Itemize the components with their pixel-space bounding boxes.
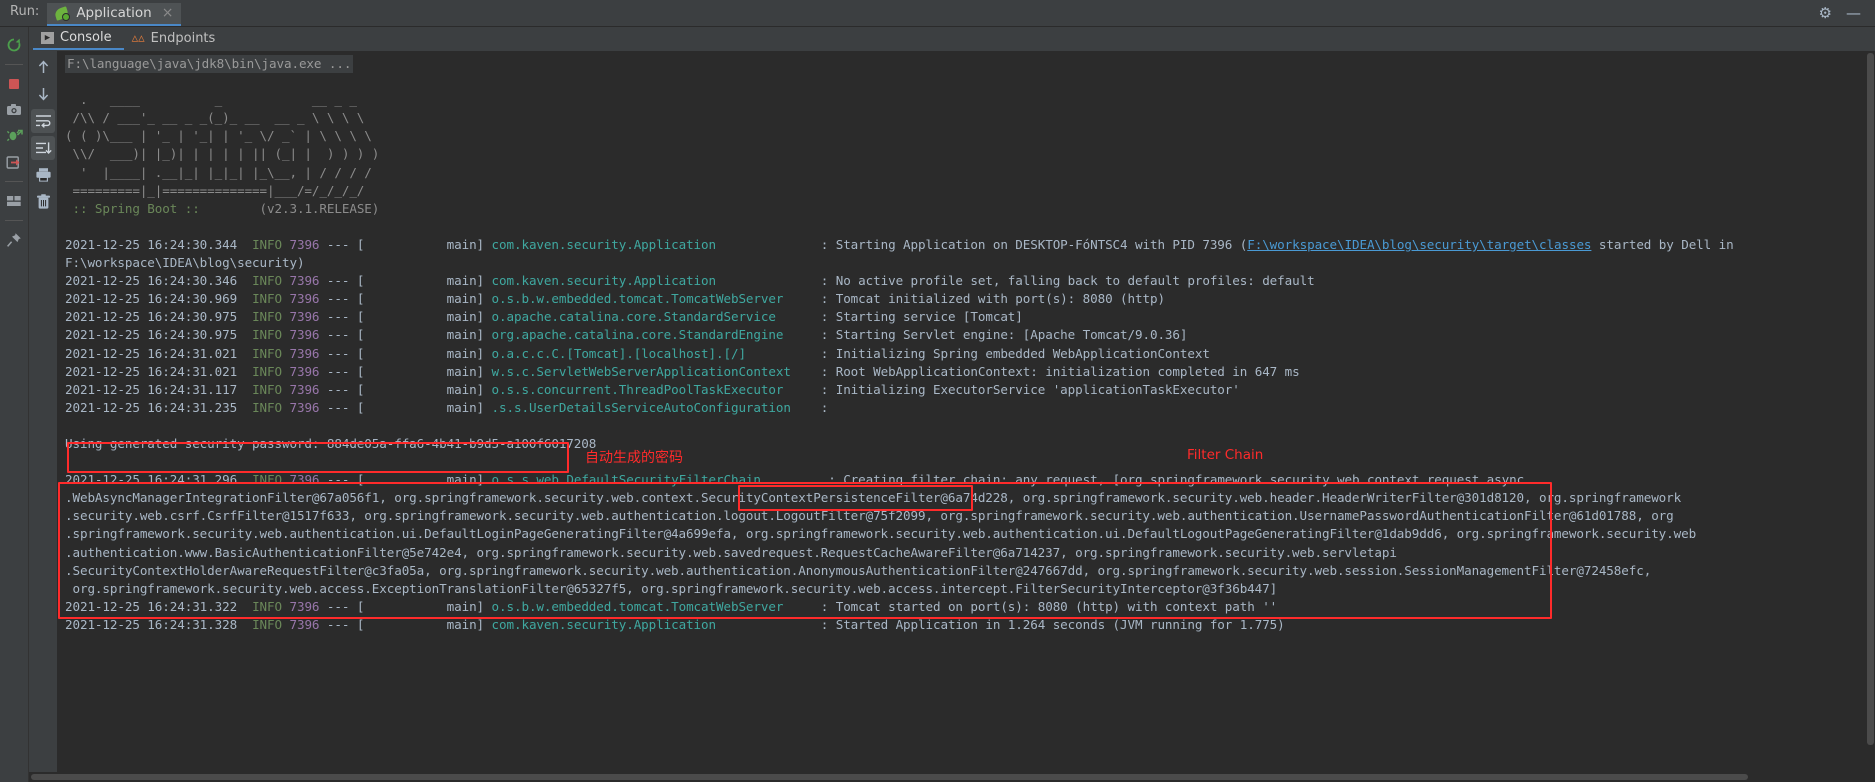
- filter-chain-annotation-label: Filter Chain: [1187, 447, 1264, 463]
- close-icon[interactable]: ×: [162, 6, 174, 20]
- filter-chain-continuation: .security.web.csrf.CsrfFilter@1517f633, …: [65, 508, 1674, 524]
- log-line: 2021-12-25 16:24:30.975 INFO 7396 --- [ …: [65, 309, 1023, 325]
- log-line: 2021-12-25 16:24:30.969 INFO 7396 --- [ …: [65, 291, 1165, 307]
- run-label: Run:: [10, 4, 40, 19]
- scroll-down-button[interactable]: [31, 82, 55, 106]
- run-body: ▶ Console ▵▵ Endpoints F:\language\java\…: [0, 27, 1875, 782]
- endpoints-icon: ▵▵: [131, 31, 145, 46]
- pin-tab-button[interactable]: [2, 228, 26, 252]
- filter-chain-highlight: Creating filter chain: any request: [843, 472, 1098, 488]
- clear-all-button[interactable]: [31, 190, 55, 214]
- window-controls: ⚙ —: [1819, 6, 1875, 26]
- run-toolbar: Run: Application × ⚙ —: [0, 0, 1875, 27]
- log-line-continuation: F:\workspace\IDEA\blog\security): [65, 255, 305, 271]
- log-line: 2021-12-25 16:24:30.344 INFO 7396 --- [ …: [65, 236, 1734, 252]
- divider: [5, 64, 23, 65]
- tab-console-label: Console: [60, 30, 112, 45]
- banner-title: :: Spring Boot ::: [65, 200, 208, 216]
- scroll-to-end-button[interactable]: [31, 136, 55, 160]
- filter-chain-continuation: .SecurityContextHolderAwareRequestFilter…: [65, 562, 1652, 578]
- rerun-button[interactable]: [2, 33, 26, 57]
- run-tab-label: Application: [76, 5, 152, 21]
- filter-chain-continuation: .WebAsyncManagerIntegrationFilter@67a056…: [65, 490, 1682, 506]
- divider: [5, 181, 23, 182]
- java-command-line: F:\language\java\jdk8\bin\java.exe ...: [65, 55, 354, 74]
- filter-chain-log-line: 2021-12-25 16:24:31.296 INFO 7396 --- [ …: [65, 472, 1525, 488]
- generated-password-line: Using generated security password: 884de…: [65, 435, 597, 451]
- filter-chain-continuation: org.springframework.security.web.access.…: [65, 580, 1278, 596]
- log-line: 2021-12-25 16:24:31.021 INFO 7396 --- [ …: [65, 363, 1300, 379]
- console-vertical-scrollbar[interactable]: [1865, 51, 1875, 772]
- gear-icon[interactable]: ⚙: [1819, 6, 1832, 21]
- log-line: 2021-12-25 16:24:31.117 INFO 7396 --- [ …: [65, 381, 1240, 397]
- log-line: 2021-12-25 16:24:31.328 INFO 7396 --- [ …: [65, 616, 1285, 632]
- divider: [5, 220, 23, 221]
- screenshot-button[interactable]: [2, 98, 26, 122]
- scroll-up-button[interactable]: [31, 55, 55, 79]
- run-tab-application[interactable]: Application ×: [47, 3, 182, 26]
- console-output-panel[interactable]: F:\language\java\jdk8\bin\java.exe ... .…: [57, 51, 1875, 772]
- scrollbar-thumb-h[interactable]: [31, 774, 1748, 780]
- password-annotation-label: 自动生成的密码: [585, 450, 683, 466]
- layout-button[interactable]: [2, 189, 26, 213]
- classes-path-link[interactable]: F:\workspace\IDEA\blog\security\target\c…: [1247, 237, 1591, 252]
- filter-chain-continuation: .authentication.www.BasicAuthenticationF…: [65, 544, 1397, 560]
- stop-button[interactable]: [2, 72, 26, 96]
- console-horizontal-scrollbar[interactable]: [29, 772, 1875, 782]
- exit-button[interactable]: [2, 150, 26, 174]
- restart-debug-button[interactable]: [2, 124, 26, 148]
- scrollbar-thumb[interactable]: [1867, 53, 1874, 746]
- spring-boot-icon: [53, 5, 71, 21]
- log-line: 2021-12-25 16:24:31.322 INFO 7396 --- [ …: [65, 598, 1278, 614]
- tab-endpoints-label: Endpoints: [150, 31, 216, 46]
- run-control-sidebar: [0, 27, 29, 782]
- console-area: ▶ Console ▵▵ Endpoints F:\language\java\…: [29, 27, 1875, 782]
- log-line: 2021-12-25 16:24:31.021 INFO 7396 --- [ …: [65, 345, 1210, 361]
- console-icon: ▶: [41, 31, 54, 44]
- banner-version: (v2.3.1.RELEASE): [207, 200, 380, 216]
- minimize-icon[interactable]: —: [1846, 6, 1861, 21]
- ide-run-window: Run: Application × ⚙ — ▶ Console ▵▵ Endp…: [0, 0, 1875, 782]
- log-line: 2021-12-25 16:24:31.235 INFO 7396 --- [ …: [65, 399, 836, 415]
- filter-chain-continuation: .springframework.security.web.authentica…: [65, 526, 1697, 542]
- spring-boot-banner: . ____ _ __ _ _ /\\ / ___'_ __ _ _(_)_ _…: [65, 92, 380, 198]
- console-tabbar: ▶ Console ▵▵ Endpoints: [29, 27, 1875, 51]
- log-line: 2021-12-25 16:24:30.346 INFO 7396 --- [ …: [65, 273, 1315, 289]
- console-text[interactable]: F:\language\java\jdk8\bin\java.exe ... .…: [57, 51, 1875, 772]
- tab-endpoints[interactable]: ▵▵ Endpoints: [124, 29, 228, 49]
- soft-wrap-button[interactable]: [31, 109, 55, 133]
- console-toolbar: [29, 51, 57, 772]
- tab-console[interactable]: ▶ Console: [33, 28, 124, 50]
- print-button[interactable]: [31, 163, 55, 187]
- log-line: 2021-12-25 16:24:30.975 INFO 7396 --- [ …: [65, 327, 1188, 343]
